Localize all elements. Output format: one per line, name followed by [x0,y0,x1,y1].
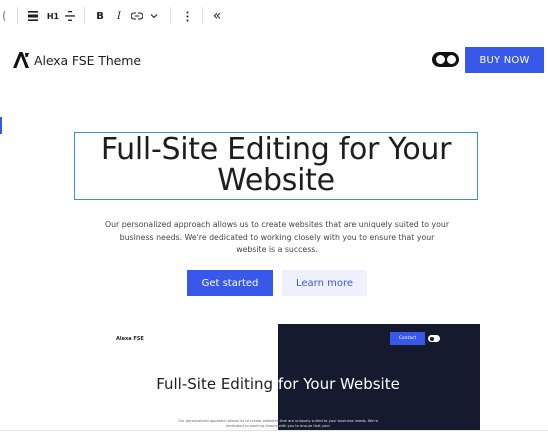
preview-brand: Alexa FSE [116,336,144,342]
toggle-knob [447,55,456,64]
theme-preview-image[interactable]: Alexa FSE Contact Full-Site Editing for … [74,324,480,430]
align-icon[interactable] [26,6,40,26]
toolbar-divider [17,7,18,24]
toolbar-divider [84,7,85,24]
italic-button[interactable]: I [113,6,125,26]
link-icon[interactable] [130,6,144,26]
collapse-toolbar-icon[interactable]: « [210,6,224,26]
hero-description[interactable]: Our personalized approach allows us to c… [104,219,450,257]
block-inserter-indicator[interactable] [0,117,2,134]
preview-toggle-icon [428,335,440,342]
preview-contact-button: Contact [390,332,425,345]
drag-handle-glyph [2,10,6,22]
theme-toggle[interactable] [432,52,459,67]
editor-left-rail [0,40,3,440]
learn-more-button[interactable]: Learn more [282,270,367,296]
get-started-button[interactable]: Get started [187,270,273,296]
toggle-knob [436,55,445,64]
bold-button[interactable]: B [94,6,106,26]
site-logo-icon[interactable] [12,51,30,69]
heading-level-button[interactable]: H1 [45,6,61,26]
hero-heading[interactable]: Full-Site Editing for Your Website [74,134,478,196]
toolbar-divider [170,7,171,24]
site-title[interactable]: Alexa FSE Theme [34,53,141,68]
drag-handle-icon[interactable] [0,6,8,26]
buy-now-button[interactable]: BUY NOW [465,47,544,73]
toolbar-divider [202,7,203,24]
align-glyph [28,11,38,21]
chevron-down-glyph [150,14,158,19]
preview-toggle-knob [429,336,434,341]
editor-bottom-divider [0,430,548,431]
block-toolbar: H1 B I « [0,0,548,32]
options-glyph [186,11,188,21]
text-align-icon[interactable] [63,6,77,26]
text-align-glyph [65,11,75,21]
link-glyph [131,12,143,20]
options-icon[interactable] [182,6,192,26]
chevron-down-icon[interactable] [149,6,159,26]
